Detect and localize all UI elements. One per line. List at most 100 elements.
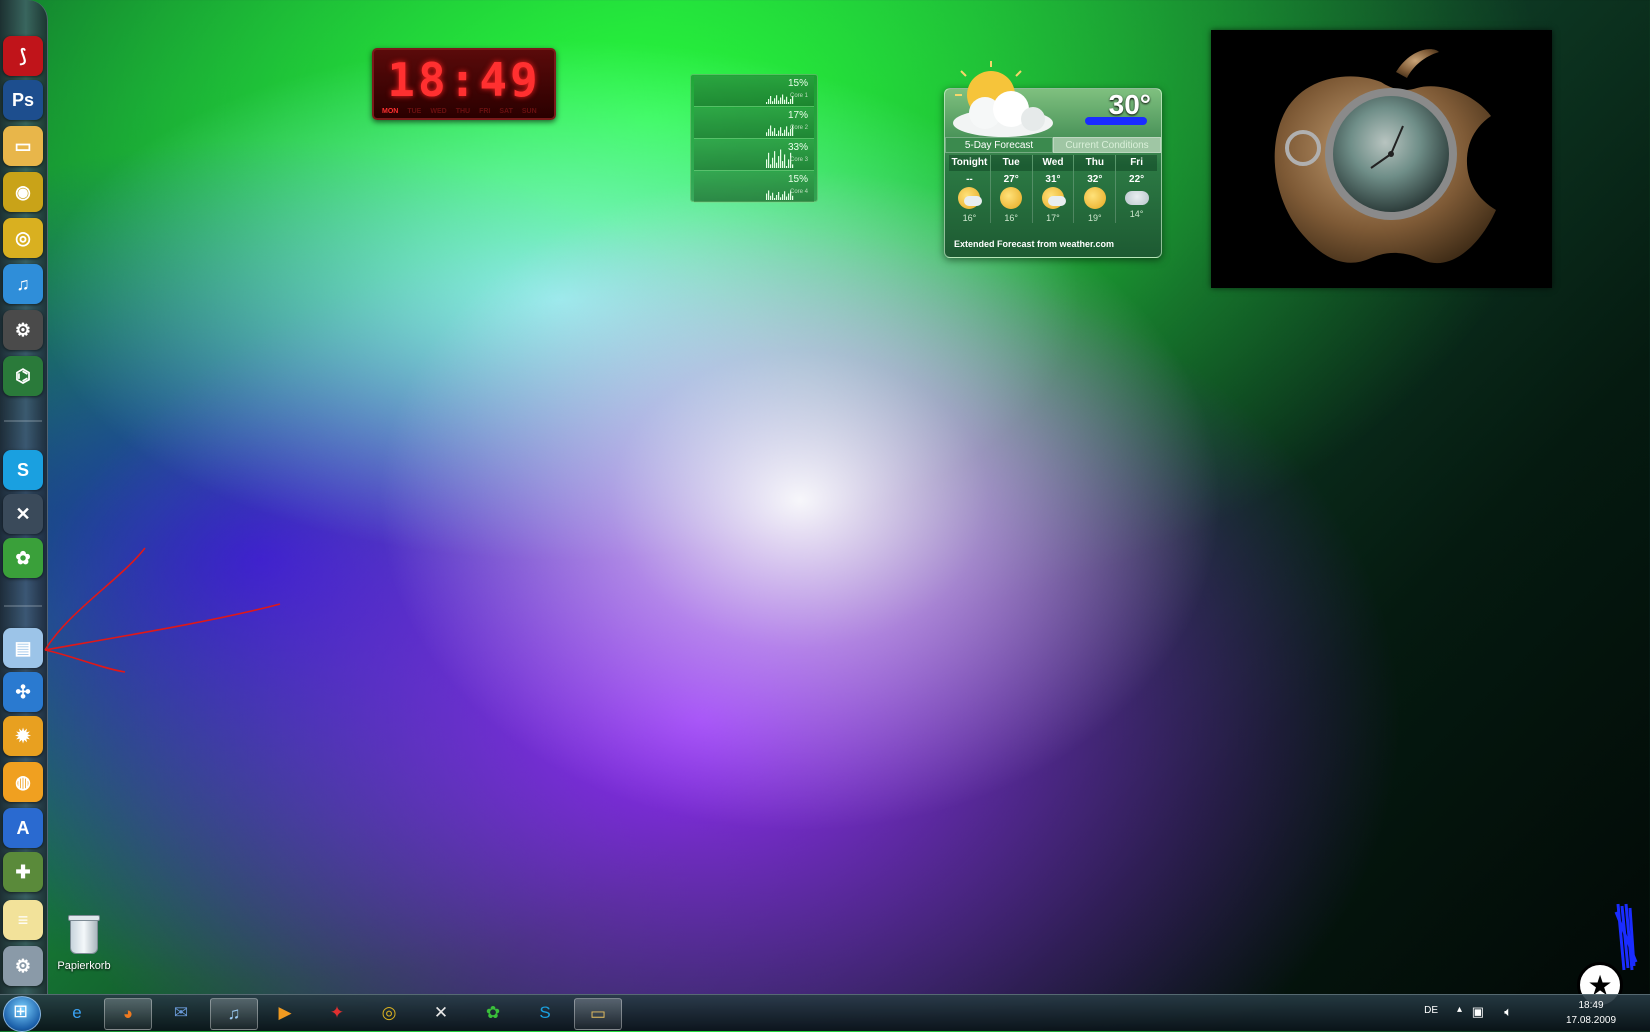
acrobat-icon[interactable]: ⟆	[3, 36, 43, 76]
clapper-icon[interactable]: ▤	[3, 628, 43, 668]
skype-icon[interactable]: S	[522, 998, 568, 1028]
start-button[interactable]	[3, 996, 41, 1032]
yahoo-widgets-icon[interactable]: ⚙	[3, 310, 43, 350]
dock-separator	[4, 420, 42, 422]
tray-time: 18:49	[1578, 1000, 1604, 1011]
cpu-core-percent: 33%	[787, 142, 808, 153]
forecast-low: 16°	[962, 213, 977, 223]
game-controller-icon[interactable]: ✚	[3, 852, 43, 892]
forecast-low: 19°	[1087, 213, 1102, 223]
app-x-icon[interactable]: ✕	[418, 998, 464, 1028]
cpu-core-percent: 15%	[787, 78, 808, 89]
folder-icon[interactable]: ▭	[3, 126, 43, 166]
forecast-high: 31°	[1045, 174, 1061, 185]
cpu-core-row: 15% Core 1	[694, 76, 814, 107]
weather-gadget[interactable]: 30° 5-Day Forecast Current Conditions To…	[944, 61, 1162, 258]
forecast-day-name: Tonight	[949, 155, 990, 171]
cpu-core-percent: 17%	[787, 110, 808, 121]
icq-icon[interactable]: ✿	[3, 538, 43, 578]
forecast-day-name: Thu	[1074, 155, 1116, 171]
forecast-low: 16°	[1004, 213, 1018, 223]
forecast-high: 22°	[1129, 174, 1145, 185]
sunny-icon	[1000, 187, 1023, 209]
clock-day-tue: TUE	[407, 108, 422, 115]
apple-pocket-watch-picture	[1211, 30, 1552, 288]
forecast-high: 27°	[1003, 174, 1019, 185]
taskbar: e◕✉♫▶✦◎✕✿S▭ DE ▴ ▣ 🔈︎ 18:49 17.08.2009	[0, 994, 1650, 1032]
clock-day-mon: MON	[382, 108, 399, 115]
system-tray: DE ▴ ▣ 🔈︎ 18:49 17.08.2009	[1390, 995, 1650, 1031]
disc-burner-icon[interactable]: ◉	[3, 172, 43, 212]
cpu-core-row: 33% Core 3	[694, 140, 814, 171]
forecast-day[interactable]: Thu 32° 19°	[1074, 155, 1117, 223]
forecast-day[interactable]: Tonight -- 16°	[949, 155, 991, 223]
clock-day-wed: WED	[430, 108, 447, 115]
clock-day-sat: SAT	[499, 108, 513, 115]
explorer-icon[interactable]: ▭	[574, 998, 622, 1030]
sunny-icon	[1083, 187, 1106, 209]
tab-current-conditions[interactable]: Current Conditions	[1053, 137, 1161, 153]
clock-time: 18:49	[387, 53, 541, 107]
network-icon[interactable]: ⌬	[3, 356, 43, 396]
itunes-icon[interactable]: ♫	[3, 264, 43, 304]
forecast-day[interactable]: Tue 27° 16°	[990, 155, 1033, 223]
rain-icon	[1124, 191, 1149, 205]
forecast-low: 17°	[1046, 213, 1060, 223]
tab-5-day-forecast[interactable]: 5-Day Forecast	[945, 137, 1053, 153]
cpu-meter-gadget[interactable]: 15% Core 1 17% Core 2 33% Core 3 15% Core 4	[690, 74, 818, 203]
forecast-day[interactable]: Fri 22° 14°	[1116, 155, 1157, 223]
show-hidden-icons-icon[interactable]: ▴	[1457, 1004, 1462, 1015]
system-preferences-icon[interactable]: ⚙	[3, 946, 43, 986]
cpu-core-row: 15% Core 4	[694, 172, 814, 203]
ipod-icon[interactable]: ◍	[3, 762, 43, 802]
sun-cloud-icon	[953, 61, 1053, 137]
clock-tray[interactable]: 18:49 17.08.2009	[1546, 998, 1636, 1028]
volume-icon[interactable]: 🔈︎	[1504, 1004, 1512, 1020]
forecast-high: --	[966, 174, 973, 185]
iphoto-icon[interactable]: ✹	[3, 716, 43, 756]
recycle-bin[interactable]: Papierkorb	[52, 915, 116, 972]
app-x-icon[interactable]: ✕	[3, 494, 43, 534]
thunderbird-icon[interactable]: ✉	[158, 998, 204, 1028]
language-indicator[interactable]: DE	[1424, 1005, 1438, 1016]
icq-icon[interactable]: ✿	[470, 998, 516, 1028]
cpu-core-percent: 15%	[787, 174, 808, 185]
internet-explorer-icon[interactable]: e	[54, 998, 100, 1028]
clock-day-sun: SUN	[521, 108, 537, 115]
itunes-icon[interactable]: ♫	[210, 998, 258, 1030]
dock: ⟆ Ps ▭ ◉ ◎ ♫ ⚙ ⌬ S ✕ ✿ ▤ ✣ ✹ ◍ A ✚ ≡ ⚙	[0, 0, 48, 995]
clock-days: MON TUE WED THU FRI SAT SUN	[382, 108, 537, 115]
safari-icon[interactable]: ✣	[3, 672, 43, 712]
dvd-player-icon[interactable]: ◎	[366, 998, 412, 1028]
cpu-core-label: Core 1	[789, 93, 808, 99]
partly-cloudy-icon	[958, 187, 983, 209]
dock-separator	[4, 605, 42, 607]
dvd-player-icon[interactable]: ◎	[3, 218, 43, 258]
photoshop-icon[interactable]: Ps	[3, 80, 43, 120]
location-scribble	[1085, 117, 1147, 125]
action-center-icon[interactable]: ▣	[1472, 1004, 1484, 1020]
clock-day-fri: FRI	[479, 108, 491, 115]
blue-scribble	[1614, 903, 1638, 971]
adobe-app-icon[interactable]: ✦	[314, 998, 360, 1028]
weather-tabs: 5-Day Forecast Current Conditions	[945, 137, 1161, 153]
forecast-day-name: Wed	[1032, 155, 1074, 171]
notes-icon[interactable]: ≡	[3, 900, 43, 940]
cpu-core-label: Core 2	[789, 125, 808, 131]
forecast-days: Tonight -- 16° Tue 27° 16° Wed 31° 17° Thu 32° 19° F…	[949, 155, 1157, 223]
recycle-bin-icon	[68, 915, 100, 954]
tray-date: 17.08.2009	[1565, 1015, 1617, 1026]
cpu-core-label: Core 3	[789, 157, 808, 163]
forecast-link[interactable]: Extended Forecast from weather.com	[954, 239, 1114, 249]
forecast-low: 14°	[1129, 209, 1144, 219]
skype-icon[interactable]: S	[3, 450, 43, 490]
forecast-high: 32°	[1087, 174, 1103, 185]
forecast-day-name: Tue	[990, 155, 1032, 171]
clock-day-thu: THU	[455, 108, 471, 115]
media-player-icon[interactable]: ▶	[262, 998, 308, 1028]
firefox-icon[interactable]: ◕	[104, 998, 152, 1030]
forecast-day[interactable]: Wed 31° 17°	[1032, 155, 1075, 223]
clock-gadget[interactable]: 18:49 MON TUE WED THU FRI SAT SUN	[372, 48, 556, 120]
forecast-day-name: Fri	[1116, 155, 1157, 171]
app-store-icon[interactable]: A	[3, 808, 43, 848]
